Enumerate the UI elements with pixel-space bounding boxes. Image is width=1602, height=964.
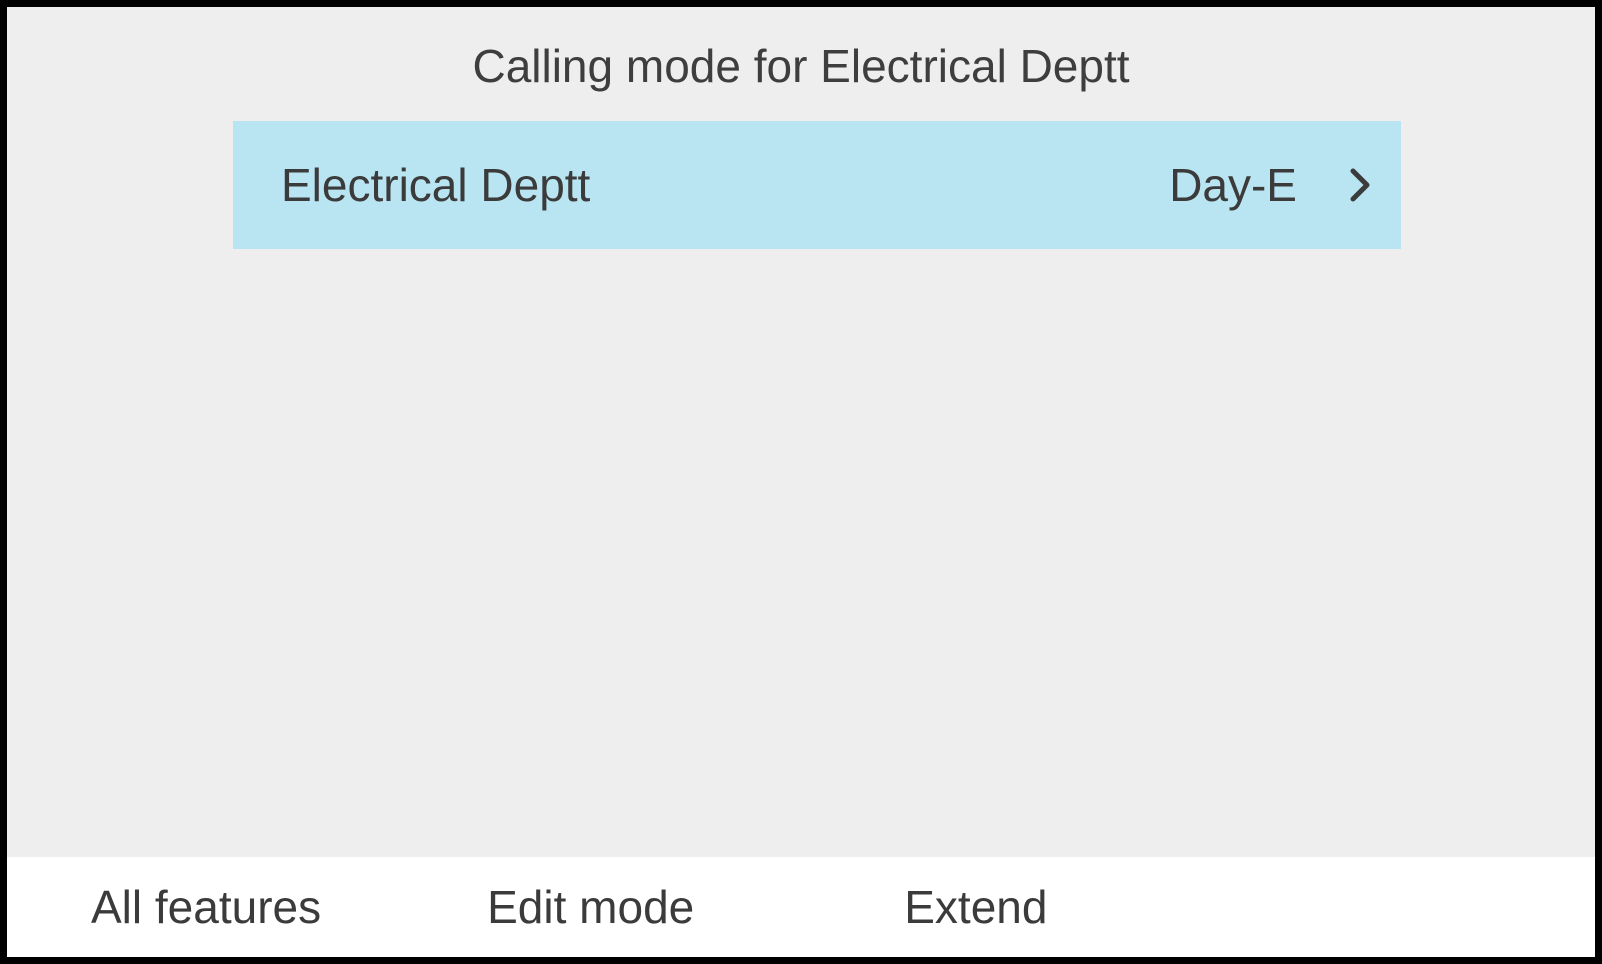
app-frame: Calling mode for Electrical Deptt Electr… <box>0 0 1602 964</box>
footer-extend[interactable]: Extend <box>904 880 1047 934</box>
calling-mode-row[interactable]: Electrical Deptt Day-E <box>233 121 1401 249</box>
row-label: Electrical Deptt <box>281 158 1169 212</box>
chevron-right-icon <box>1349 167 1371 203</box>
footer-bar: All features Edit mode Extend <box>7 857 1595 957</box>
list-area: Electrical Deptt Day-E <box>7 121 1595 857</box>
footer-all-features[interactable]: All features <box>91 880 321 934</box>
app-screen: Calling mode for Electrical Deptt Electr… <box>7 7 1595 957</box>
footer-edit-mode[interactable]: Edit mode <box>487 880 694 934</box>
row-value: Day-E <box>1169 158 1297 212</box>
page-title: Calling mode for Electrical Deptt <box>7 7 1595 121</box>
